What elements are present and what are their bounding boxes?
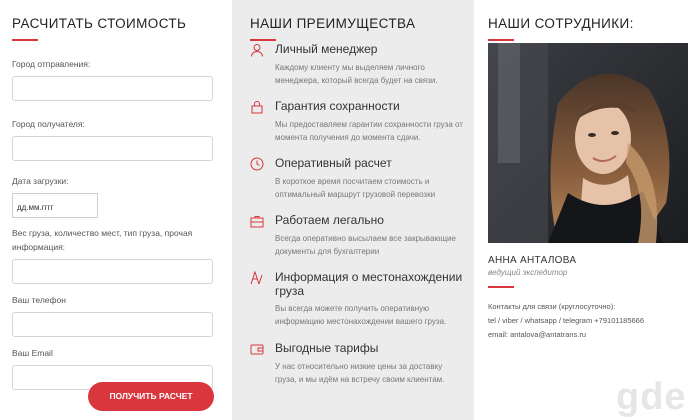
staff-panel: НАШИ СОТРУДНИКИ: АННА АНТАЛОВА ведущий э… xyxy=(474,0,700,420)
staff-title: НАШИ СОТРУДНИКИ: xyxy=(488,16,634,31)
calc-title: РАСЧИТАТЬ СТОИМОСТЬ xyxy=(12,16,187,31)
advantages-title: НАШИ ПРЕИМУЩЕСТВА xyxy=(250,16,416,31)
from-city-input[interactable] xyxy=(12,76,213,101)
clock-icon xyxy=(250,157,264,171)
advantage-desc: Всегда оперативно высылаем все закрывающ… xyxy=(275,234,456,256)
accent-bar xyxy=(250,39,276,41)
cargo-info-input[interactable] xyxy=(12,259,213,284)
watermark-logo: gde xyxy=(616,376,687,418)
person-icon xyxy=(251,44,263,57)
phone-input[interactable] xyxy=(12,312,213,337)
date-placeholder: дд.мм.гггг xyxy=(17,203,54,212)
contact-email[interactable]: email: antalova@antatrans.ru xyxy=(488,330,586,339)
to-city-input[interactable] xyxy=(12,136,213,161)
accent-bar xyxy=(488,286,514,288)
to-city-label: Город получателя: xyxy=(12,119,85,129)
employee-name: АННА АНТАЛОВА xyxy=(488,255,577,266)
advantage-desc: Каждому клиенту мы выделяем личного мене… xyxy=(275,63,438,85)
lock-icon xyxy=(251,101,263,114)
employee-role: ведущий экспедитор xyxy=(488,268,568,277)
load-date-label: Дата загрузки: xyxy=(12,176,69,186)
advantage-desc: Мы предоставляем гарантии сохранности гр… xyxy=(275,120,463,142)
employee-photo xyxy=(488,43,688,243)
phone-label: Ваш телефон xyxy=(12,295,66,305)
advantage-title: Гарантия сохранности xyxy=(275,99,400,113)
map-icon xyxy=(250,271,263,285)
advantage-title: Личный менеджер xyxy=(275,42,378,56)
advantage-desc: В короткое время посчитаем стоимость и о… xyxy=(275,177,436,199)
advantage-title: Выгодные тарифы xyxy=(275,341,379,355)
email-label: Ваш Email xyxy=(12,348,53,358)
advantages-panel: НАШИ ПРЕИМУЩЕСТВА Личный менеджер Каждом… xyxy=(232,0,474,420)
contact-phone[interactable]: tel / viber / whatsapp / telegram +79101… xyxy=(488,316,644,325)
advantage-title: Оперативный расчет xyxy=(275,156,392,170)
calc-form: РАСЧИТАТЬ СТОИМОСТЬ Город отправления: Г… xyxy=(0,0,232,420)
contacts-label: Контакты для связи (круглосуточно): xyxy=(488,302,616,311)
get-quote-button[interactable]: ПОЛУЧИТЬ РАСЧЕТ xyxy=(88,382,214,411)
advantage-title: Работаем легально xyxy=(275,213,384,227)
accent-bar xyxy=(488,39,514,41)
load-date-input[interactable]: дд.мм.гггг xyxy=(12,193,98,218)
wallet-icon xyxy=(250,344,264,355)
advantage-desc: У нас относительно низкие цены за достав… xyxy=(275,362,445,384)
advantage-desc: Вы всегда можете получить оперативную ин… xyxy=(275,304,447,326)
briefcase-icon xyxy=(250,216,264,228)
from-city-label: Город отправления: xyxy=(12,59,91,69)
advantage-title: Информация о местонахождении груза xyxy=(275,270,463,298)
cargo-info-label: Вес груза, количество мест, тип груза, п… xyxy=(12,228,193,252)
